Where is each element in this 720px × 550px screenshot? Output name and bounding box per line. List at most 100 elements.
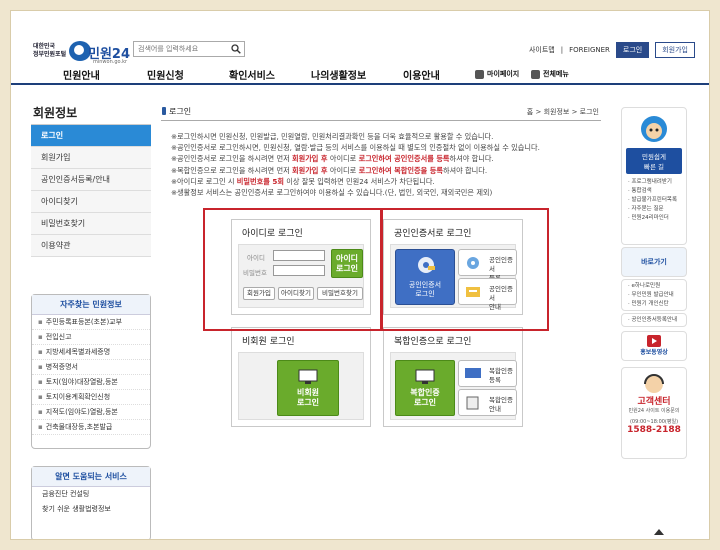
sidebar-item-find-id[interactable]: 아이디찾기 xyxy=(31,191,151,213)
quick-link[interactable]: · 자주묻는 질문 xyxy=(622,205,686,214)
list-item[interactable]: 금융진단 컨설팅 xyxy=(32,487,150,502)
nav-item-guide[interactable]: 민원안내 xyxy=(63,67,100,82)
list-item[interactable]: 건축물대장등,초본발급 xyxy=(32,420,150,435)
menu-icon xyxy=(531,69,540,79)
useful-title: 알면 도움되는 서비스 xyxy=(32,467,150,487)
logo-gov-text: 대한민국 정부민원포털 xyxy=(33,43,67,58)
notice-line: ※복합인증으로 로그인을 하시려면 먼저 회원가입 후 아이디로 로그인하여 복… xyxy=(171,165,488,175)
foreigner-link[interactable]: FOREIGNER xyxy=(569,46,610,54)
sitemap-link[interactable]: 사이트맵 xyxy=(529,45,555,55)
sidebar: 회원정보 로그인 회원가입 공인인증서등록/안내 아이디찾기 비밀번호찾기 이용… xyxy=(31,99,151,257)
quick-link[interactable]: · 통합검색 xyxy=(622,187,686,196)
notice-line: ※아이디로 로그인 시 비밀번호를 5회 이상 잘못 입력하면 민원24 서비스… xyxy=(171,176,435,186)
scroll-top-icon[interactable] xyxy=(654,529,664,535)
quick-menu: 민원쉽게 빠른 길 · 프로그램내려받기 · 통합검색 · 발급불가프린터목록 … xyxy=(621,107,687,245)
promo-video-banner[interactable]: 홍보동영상 xyxy=(621,331,687,361)
quick-menu-title: 민원쉽게 빠른 길 xyxy=(626,148,682,174)
shortcut-label: 바로가기 xyxy=(641,258,667,266)
nav-item-check[interactable]: 확인서비스 xyxy=(229,67,275,82)
list-item[interactable]: 지방세세목별과세증명 xyxy=(32,345,150,360)
mypage-label: 마이페이지 xyxy=(487,70,520,78)
highlight-cert-login xyxy=(381,208,549,331)
nav-item-apply[interactable]: 민원신청 xyxy=(147,67,184,82)
useful-panel: 알면 도움되는 서비스 금융진단 컨설팅 찾기 쉬운 생활법령정보 xyxy=(31,466,151,539)
monitor-icon xyxy=(415,369,435,384)
guest-login-title: 비회원 로그인 xyxy=(242,337,295,347)
headset-icon xyxy=(644,374,664,393)
quick-link[interactable]: · 발급불가프린터목록 xyxy=(622,196,686,205)
shortcut-banner[interactable]: 바로가기 xyxy=(621,247,687,277)
multi-login-title: 복합인증으로 로그인 xyxy=(394,337,472,347)
mypage-link[interactable]: 마이페이지 xyxy=(475,69,519,79)
service-links: · e하나로민원 · 무인민원 발급안내 · 민원기 개인신탄 xyxy=(621,279,687,311)
search-icon[interactable] xyxy=(231,44,241,54)
customer-center-title: 고객센터 xyxy=(637,397,671,407)
multi-guide-label: 복합인증 안내 xyxy=(489,396,513,413)
sidebar-item-join[interactable]: 회원가입 xyxy=(31,147,151,169)
login-button[interactable]: 로그인 xyxy=(615,42,650,58)
allmenu-link[interactable]: 전체메뉴 xyxy=(531,69,569,79)
cert-guide-label: · 공인인증서등록안내 xyxy=(628,317,678,323)
breadcrumb-2: 로그인 xyxy=(579,108,599,116)
list-item[interactable]: 전입신고 xyxy=(32,330,150,345)
breadcrumb-home[interactable]: 홈 xyxy=(527,108,533,116)
document-icon xyxy=(466,396,479,410)
search-box xyxy=(133,41,245,57)
service-link[interactable]: · 무인민원 발급안내 xyxy=(622,291,686,300)
list-item[interactable]: 주민등록표등본(초본)교부 xyxy=(32,315,150,330)
page-title: 로그인 xyxy=(161,107,192,116)
quick-link[interactable]: · 프로그램내려받기 xyxy=(622,178,686,187)
multi-register-button[interactable]: 복합인증 등록 xyxy=(458,360,517,387)
notice-line: ※공인인증서로 로그인하시면, 민원신청, 열람·발급 등의 서비스를 이용하실… xyxy=(171,143,540,153)
customer-center-phone: 1588-2188 xyxy=(627,425,681,435)
join-button[interactable]: 회원가입 xyxy=(655,42,695,58)
list-item[interactable]: 찾기 쉬운 생활법령정보 xyxy=(32,502,150,517)
divider: | xyxy=(560,46,564,54)
customer-center-hours: (09:00~18:00(평일) xyxy=(629,419,679,425)
multi-login-button[interactable]: 복합인증 로그인 xyxy=(395,360,455,416)
sidebar-item-cert[interactable]: 공인인증서등록/안내 xyxy=(31,169,151,191)
highlight-id-login xyxy=(203,208,382,331)
person-icon xyxy=(475,69,484,79)
nav-item-life[interactable]: 나의생활정보 xyxy=(311,67,366,82)
service-link[interactable]: · 민원기 개인신탄 xyxy=(622,300,686,309)
list-item[interactable]: 토지(임야)대장열람,등본 xyxy=(32,375,150,390)
search-input[interactable] xyxy=(134,42,226,56)
sidebar-item-find-pw[interactable]: 비밀번호찾기 xyxy=(31,213,151,235)
sidebar-title: 회원정보 xyxy=(31,99,151,125)
frequent-panel: 자주찾는 민원정보 주민등록표등본(초본)교부 전입신고 지방세세목별과세증명 … xyxy=(31,294,151,449)
video-icon xyxy=(647,335,661,347)
frequent-title: 자주찾는 민원정보 xyxy=(32,295,150,315)
multi-guide-button[interactable]: 복합인증 안내 xyxy=(458,389,517,416)
guest-login-button[interactable]: 비회원 로그인 xyxy=(277,360,339,416)
nav-item-usage[interactable]: 이용안내 xyxy=(403,67,440,82)
notice-list: ※로그인하시면 민원신청, 민원발급, 민원열람, 민원처리결과확인 등을 더욱… xyxy=(171,131,611,198)
notice-line: ※생활정보 서비스는 공인인증서로 로그인하여야 이용하실 수 있습니다.(단,… xyxy=(171,188,493,198)
monitor-icon xyxy=(298,369,318,384)
list-item[interactable]: 병적증명서 xyxy=(32,360,150,375)
guest-login-inner: 비회원 로그인 xyxy=(238,352,364,420)
main-nav: 민원안내 민원신청 확인서비스 나의생활정보 이용안내 마이페이지 전체메뉴 xyxy=(11,63,709,85)
sidebar-item-terms[interactable]: 이용약관 xyxy=(31,235,151,257)
multi-login-inner: 복합인증 로그인 복합인증 등록 복합인증 안내 xyxy=(390,352,517,420)
multi-register-label: 복합인증 등록 xyxy=(489,367,513,384)
list-item[interactable]: 토지이용계획확인신청 xyxy=(32,390,150,405)
guest-login-label: 비회원 로그인 xyxy=(296,387,320,407)
guest-login-box: 비회원 로그인 비회원 로그인 xyxy=(231,327,371,427)
allmenu-label: 전체메뉴 xyxy=(543,70,569,78)
service-link[interactable]: · e하나로민원 xyxy=(622,282,686,291)
list-item[interactable]: 지적도(임야도)열람,등본 xyxy=(32,405,150,420)
top-links: 사이트맵 | FOREIGNER 로그인 회원가입 xyxy=(529,42,695,58)
notice-line: ※공인인증서로 로그인을 하시려면 먼저 회원가입 후 아이디로 로그인하여 공… xyxy=(171,154,494,164)
customer-center-sub: 민원24 사이트 이용문의 xyxy=(628,408,680,414)
monitor-icon xyxy=(465,368,481,378)
customer-center: 고객센터 민원24 사이트 이용문의 (09:00~18:00(평일) 1588… xyxy=(621,367,687,459)
notice-line: ※로그인하시면 민원신청, 민원발급, 민원열람, 민원처리결과확인 등을 더욱… xyxy=(171,132,494,141)
quick-link[interactable]: · 민원24리마인더 xyxy=(622,214,686,223)
page-header: 로그인 홈 > 회원정보 > 로그인 xyxy=(161,103,601,121)
sidebar-item-login[interactable]: 로그인 xyxy=(31,125,151,147)
breadcrumb-1[interactable]: 회원정보 xyxy=(544,108,570,116)
cert-guide-link[interactable]: · 공인인증서등록안내 xyxy=(621,313,687,327)
multi-login-box: 복합인증으로 로그인 복합인증 로그인 복합인증 등록 복합인증 안내 xyxy=(383,327,523,427)
breadcrumb: 홈 > 회원정보 > 로그인 xyxy=(526,108,599,116)
